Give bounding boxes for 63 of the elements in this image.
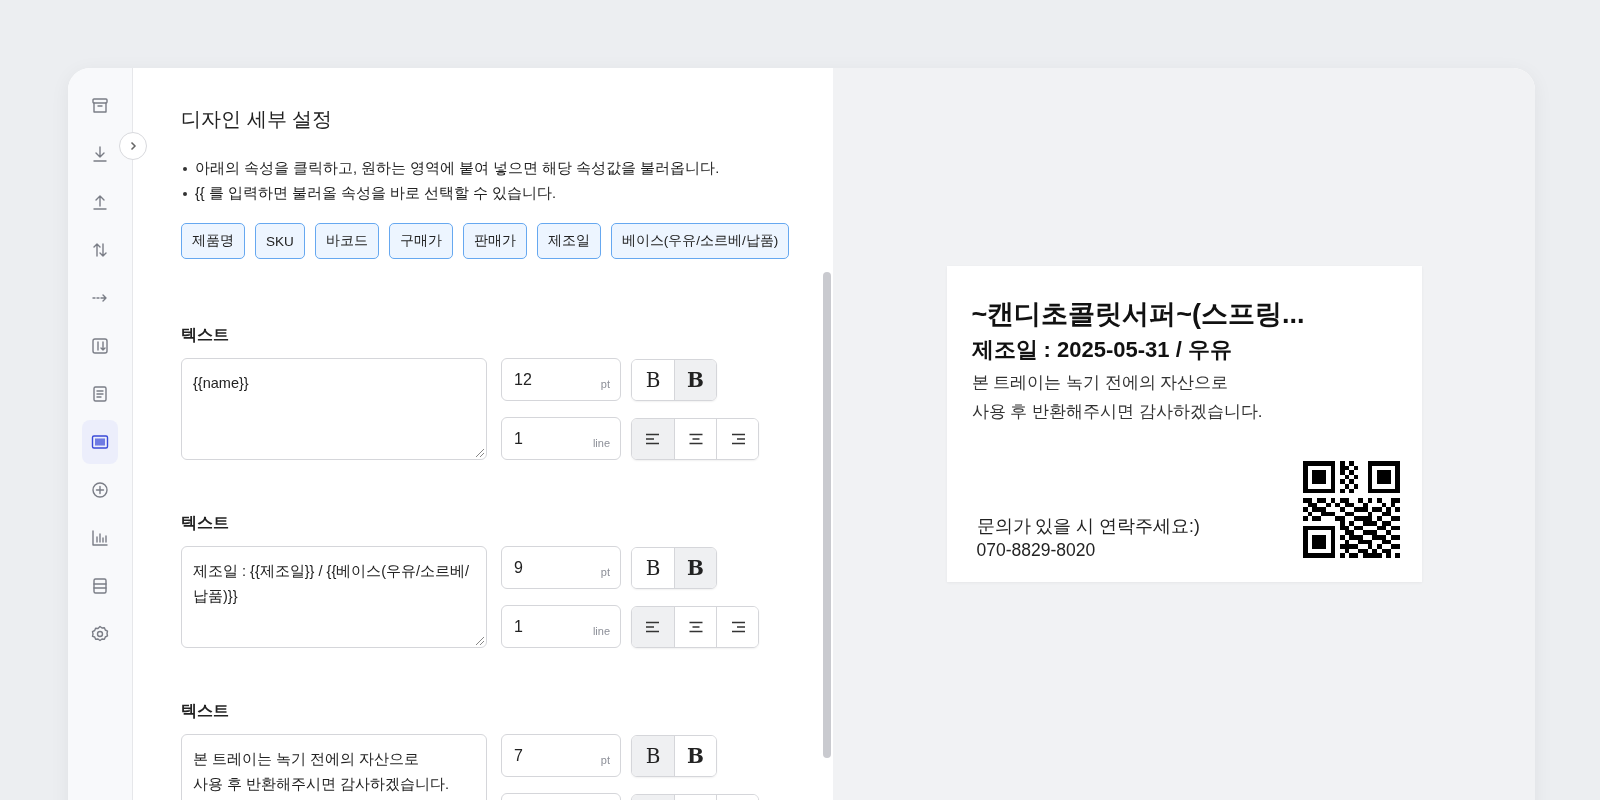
align-right-icon — [729, 620, 746, 633]
section-label: 텍스트 — [181, 325, 230, 345]
bullet-icon — [183, 166, 187, 171]
align-button[interactable] — [632, 606, 674, 647]
attribute-chip[interactable]: 구매가 — [388, 223, 453, 259]
label-text: 본 트레이는 녹기 전에의 자산으로 사용 후 반환해주시면 감사하겠습니다. — [971, 372, 1264, 423]
contact-text: 문의가 있을 시 연락주세요:) — [976, 515, 1200, 538]
attribute-chip[interactable]: 베이스(우유/소르베/납품) — [610, 223, 790, 259]
settings-icon — [90, 624, 110, 644]
font-size-field[interactable]: 12 pt — [501, 358, 621, 401]
unit-label: pt — [600, 564, 610, 578]
scrollbar[interactable] — [823, 272, 831, 758]
font-size-field[interactable]: 7 pt — [501, 734, 621, 777]
section-label: 텍스트 — [181, 701, 230, 721]
unit-label: pt — [600, 752, 610, 766]
sort-box-icon — [90, 336, 110, 356]
box-icon — [90, 96, 110, 116]
line-count-field[interactable]: 1 line — [501, 605, 621, 648]
attribute-chip[interactable]: 제품명 — [181, 223, 245, 259]
align-left-icon — [645, 432, 661, 445]
line-count-field[interactable]: 1 line — [501, 417, 621, 460]
font-weight-button[interactable]: B — [674, 359, 716, 400]
unit-label: pt — [600, 376, 610, 390]
align-button[interactable] — [632, 418, 674, 459]
unit-label: line — [592, 435, 610, 449]
align-button[interactable] — [674, 606, 716, 647]
font-weight-button[interactable]: B — [674, 735, 716, 776]
panel-title: 디자인 세부 설정 — [181, 107, 334, 132]
font-size-field[interactable]: 9 pt — [501, 546, 621, 589]
attribute-chip[interactable]: 판매가 — [462, 223, 527, 259]
hint-text: {{ 를 입력하면 불러올 속성을 바로 선택할 수 있습니다. — [195, 184, 556, 203]
upload-icon — [90, 192, 110, 212]
font-weight-button[interactable]: B — [632, 547, 674, 588]
attribute-chip[interactable]: 제조일 — [536, 223, 601, 259]
align-center-icon — [687, 432, 704, 445]
text-field[interactable]: 제조일 : {{제조일}} / {{베이스(우유/소르베/납품)}} — [181, 546, 487, 648]
document-icon — [90, 384, 110, 404]
align-button[interactable] — [674, 418, 716, 459]
unit-label: line — [592, 623, 610, 637]
sidebar-item[interactable] — [82, 420, 118, 464]
section-label: 텍스트 — [181, 513, 230, 533]
bullet-icon — [183, 191, 187, 196]
plus-circle-icon — [90, 480, 110, 500]
label-text: 제조일 : 2025-05-31 / 우유 — [971, 336, 1233, 364]
bar-chart-icon — [90, 528, 110, 548]
label-text: ~캔디초콜릿서퍼~(스프링... — [971, 298, 1306, 331]
download-icon — [90, 144, 110, 164]
text-field[interactable]: {{name}} — [181, 358, 487, 460]
align-right-icon — [729, 432, 746, 445]
attribute-chip[interactable]: SKU — [255, 223, 305, 259]
align-button[interactable] — [716, 418, 758, 459]
align-button[interactable] — [716, 606, 758, 647]
font-weight-button[interactable]: B — [632, 359, 674, 400]
font-weight-button[interactable]: B — [632, 735, 674, 776]
qr-code-icon — [1302, 461, 1400, 558]
contact-text: 070-8829-8020 — [976, 539, 1097, 562]
align-left-icon — [645, 620, 661, 633]
font-weight-button[interactable]: B — [674, 547, 716, 588]
hint-text: 아래의 속성을 클릭하고, 원하는 영역에 붙여 넣으면 해당 속성값을 불러옵니다. — [195, 159, 720, 178]
storage-icon — [90, 576, 110, 596]
expand-button[interactable] — [119, 132, 147, 160]
attribute-chip[interactable]: 바코드 — [314, 223, 379, 259]
align-center-icon — [687, 620, 704, 633]
